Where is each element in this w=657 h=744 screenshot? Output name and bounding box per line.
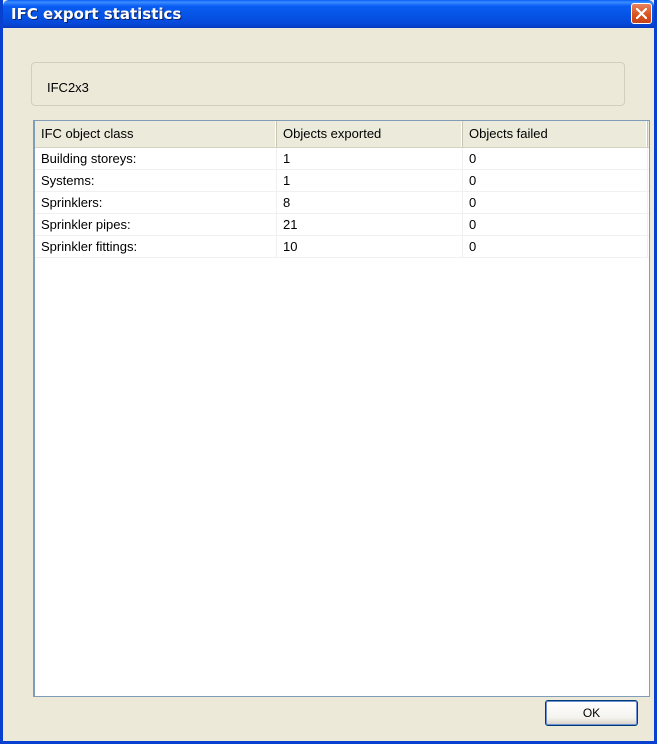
column-header-ifc-object-class[interactable]: IFC object class [35,121,277,147]
cell-objects-exported: 1 [277,148,463,169]
ifc-version-label: IFC2x3 [47,80,89,95]
cell-objects-failed: 0 [463,148,648,169]
cell-objects-exported: 8 [277,192,463,213]
ok-button[interactable]: OK [545,700,638,726]
column-header-objects-failed[interactable]: Objects failed [463,121,648,147]
dialog-window: IFC export statistics IFC2x3 IFC object … [0,0,657,744]
statistics-table[interactable]: IFC object class Objects exported Object… [33,120,650,697]
table-row[interactable]: Sprinklers: 8 0 [35,192,649,214]
close-button[interactable] [631,3,652,24]
table-row[interactable]: Building storeys: 1 0 [35,148,649,170]
cell-object-class: Systems: [35,170,277,191]
close-icon [636,8,647,19]
cell-objects-failed: 0 [463,214,648,235]
cell-object-class: Building storeys: [35,148,277,169]
cell-objects-failed: 0 [463,236,648,257]
table-header: IFC object class Objects exported Object… [35,121,649,148]
cell-objects-exported: 10 [277,236,463,257]
cell-objects-failed: 0 [463,192,648,213]
title-bar[interactable]: IFC export statistics [3,0,654,28]
table-row[interactable]: Sprinkler fittings: 10 0 [35,236,649,258]
cell-object-class: Sprinklers: [35,192,277,213]
table-row[interactable]: Systems: 1 0 [35,170,649,192]
table-row[interactable]: Sprinkler pipes: 21 0 [35,214,649,236]
window-title: IFC export statistics [11,5,182,23]
cell-objects-exported: 21 [277,214,463,235]
cell-objects-failed: 0 [463,170,648,191]
cell-object-class: Sprinkler pipes: [35,214,277,235]
column-header-objects-exported[interactable]: Objects exported [277,121,463,147]
cell-object-class: Sprinkler fittings: [35,236,277,257]
cell-objects-exported: 1 [277,170,463,191]
ifc-version-box: IFC2x3 [31,62,625,106]
